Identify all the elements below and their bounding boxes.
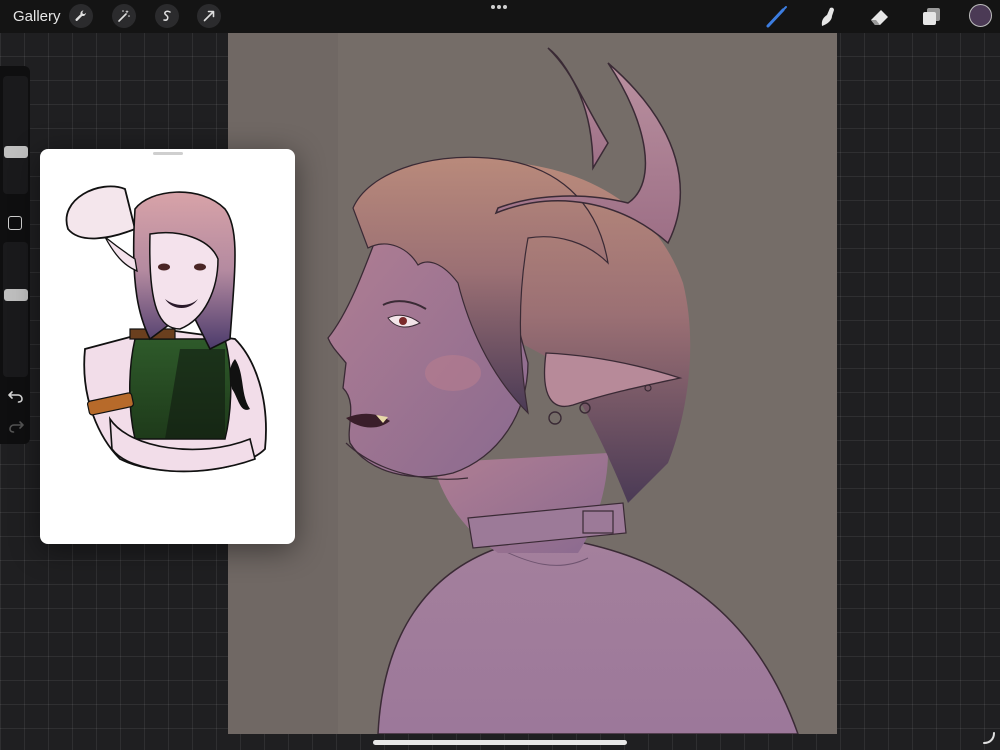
brush-size-slider-thumb[interactable] <box>4 146 28 158</box>
more-options-icon[interactable] <box>491 3 509 11</box>
opacity-slider[interactable] <box>3 242 28 377</box>
home-indicator[interactable] <box>373 740 627 745</box>
eraser-icon[interactable] <box>868 5 892 29</box>
smudge-icon[interactable] <box>816 5 840 29</box>
redo-icon[interactable] <box>7 418 25 434</box>
adjustments-magic-wand-icon[interactable] <box>112 4 136 28</box>
layers-icon[interactable] <box>920 5 944 29</box>
reference-drag-handle[interactable] <box>153 152 183 155</box>
magic-wand-icon <box>118 10 130 22</box>
selection-s-icon[interactable] <box>155 4 179 28</box>
brush-icon[interactable] <box>765 5 789 29</box>
opacity-slider-thumb[interactable] <box>4 289 28 301</box>
undo-icon[interactable] <box>7 388 25 404</box>
canvas-artwork <box>228 33 799 734</box>
wrench-icon <box>75 10 86 21</box>
reference-window[interactable] <box>40 149 295 544</box>
transform-arrow-icon <box>203 10 215 22</box>
top-toolbar: Gallery <box>0 0 1000 33</box>
drawing-canvas[interactable] <box>228 33 837 734</box>
selection-icon <box>163 10 171 21</box>
brush-size-slider[interactable] <box>3 76 28 194</box>
actions-wrench-icon[interactable] <box>69 4 93 28</box>
left-sidebar <box>0 66 30 444</box>
modify-square-icon[interactable] <box>8 216 22 230</box>
transform-arrow-button[interactable] <box>197 4 221 28</box>
reference-image <box>65 185 267 473</box>
gallery-button[interactable]: Gallery <box>13 8 61 25</box>
color-swatch-button[interactable] <box>969 4 992 27</box>
quickmenu-corner-icon[interactable] <box>982 731 996 745</box>
